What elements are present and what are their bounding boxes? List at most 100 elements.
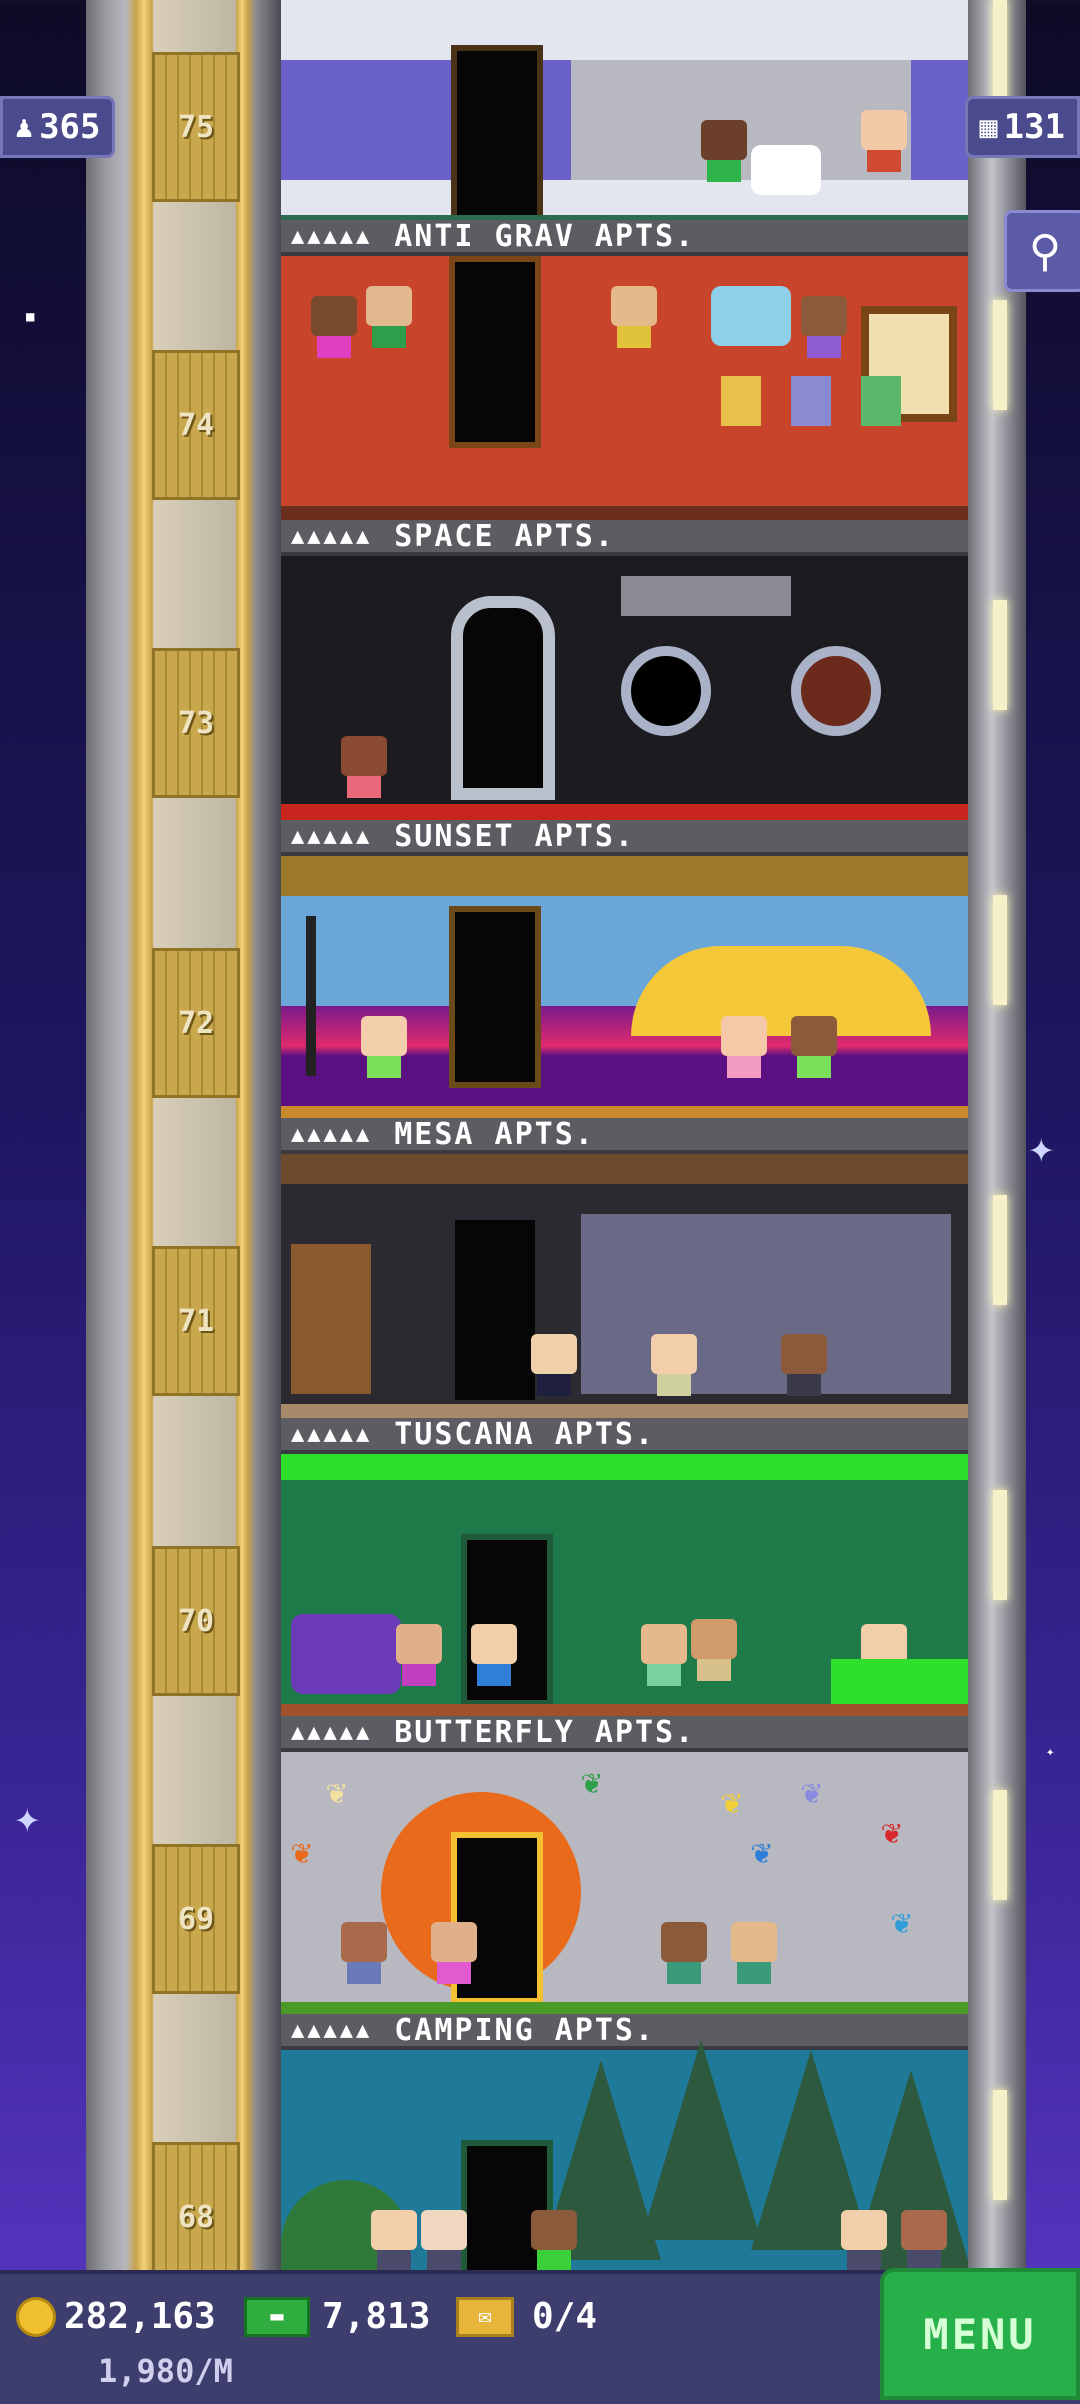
floor-name: MESA APTS. — [394, 1118, 595, 1152]
door[interactable] — [449, 256, 541, 448]
resident[interactable] — [341, 1922, 387, 1984]
floor-number: 68 — [177, 2199, 215, 2235]
resident[interactable] — [901, 2210, 947, 2270]
wall-lamp — [993, 2090, 1007, 2200]
building-icon: ▦ — [979, 109, 998, 145]
floor-name: CAMPING APTS. — [394, 2014, 656, 2048]
floor-sign: ▲▲▲▲▲ BUTTERFLY APTS. — [281, 1716, 968, 1752]
room — [281, 1154, 968, 1418]
wall-lamp — [993, 600, 1007, 710]
resident[interactable] — [641, 1624, 687, 1686]
person-icon: ♟ — [15, 109, 34, 145]
search-button[interactable]: ⚲ — [1004, 210, 1080, 292]
menu-button[interactable]: MENU — [880, 2268, 1080, 2400]
floor-74[interactable]: ▲▲▲▲▲ ANTI GRAV APTS. — [281, 220, 968, 520]
resident[interactable] — [361, 1016, 407, 1078]
resident[interactable] — [421, 2210, 467, 2270]
magnifier-icon: ⚲ — [1028, 225, 1062, 277]
occupancy-dots: ▲▲▲▲▲ — [291, 2017, 373, 2043]
floor-69[interactable]: ▲▲▲▲▲ BUTTERFLY APTS. ❦ ❦ ❦ ❦ ❦ ❦ ❦ ❦ — [281, 1716, 968, 2016]
ticket-icon: ✉ — [456, 2296, 514, 2337]
room: ❦ ❦ ❦ ❦ ❦ ❦ ❦ ❦ — [281, 1752, 968, 2016]
floor-68[interactable]: ▲▲▲▲▲ CAMPING APTS. — [281, 2014, 968, 2270]
wall-lamp — [993, 0, 1007, 110]
butterfly-icon: ❦ — [881, 1812, 902, 1852]
resident[interactable] — [781, 1334, 827, 1396]
floor-sign: ▲▲▲▲▲ MESA APTS. — [281, 1118, 968, 1154]
resident[interactable] — [731, 1922, 777, 1984]
resident[interactable] — [691, 1619, 737, 1681]
resident[interactable] — [861, 110, 907, 172]
floor-70[interactable]: ▲▲▲▲▲ TUSCANA APTS. — [281, 1418, 968, 1718]
resident[interactable] — [611, 286, 657, 348]
resident[interactable] — [531, 1334, 577, 1396]
butterfly-icon: ❦ — [326, 1772, 347, 1812]
pine-tree — [641, 2040, 761, 2240]
room — [281, 2040, 968, 2270]
coins-counter[interactable]: 282,163 — [16, 2296, 216, 2337]
star: ■ — [26, 309, 35, 325]
elevator-floor-70[interactable]: 70 — [152, 1546, 240, 1696]
picture-frame — [721, 376, 761, 426]
occupancy-dots: ▲▲▲▲▲ — [291, 1719, 373, 1745]
resident[interactable] — [341, 736, 387, 798]
door[interactable] — [449, 1214, 541, 1406]
elevator-floor-72[interactable]: 72 — [152, 948, 240, 1098]
wall-lamp — [993, 1790, 1007, 1900]
porthole-window — [621, 646, 711, 736]
floor-75[interactable] — [281, 0, 968, 220]
control-panel — [621, 576, 791, 616]
floors-counter[interactable]: ▦ 131 — [964, 96, 1080, 158]
resident[interactable] — [311, 296, 357, 358]
resident[interactable] — [366, 286, 412, 348]
floor-71[interactable]: ▲▲▲▲▲ MESA APTS. — [281, 1118, 968, 1418]
elevator-floor-73[interactable]: 73 — [152, 648, 240, 798]
butterfly-icon: ❦ — [721, 1782, 742, 1822]
resident[interactable] — [471, 1624, 517, 1686]
bux-counter[interactable]: ▬ 7,813 — [244, 2296, 430, 2337]
population-value: 365 — [39, 107, 101, 147]
resident[interactable] — [841, 2210, 887, 2270]
resident[interactable] — [651, 1334, 697, 1396]
resident[interactable] — [396, 1624, 442, 1686]
elevator-floor-74[interactable]: 74 — [152, 350, 240, 500]
elevator-floor-71[interactable]: 71 — [152, 1246, 240, 1396]
resident[interactable] — [701, 120, 747, 182]
floor-sign: ▲▲▲▲▲ SPACE APTS. — [281, 520, 968, 556]
floor-number: 72 — [177, 1005, 215, 1041]
tickets-counter[interactable]: ✉ 0/4 — [456, 2296, 597, 2337]
floor-name: BUTTERFLY APTS. — [394, 1716, 696, 1750]
resident[interactable] — [721, 1016, 767, 1078]
resident[interactable] — [801, 296, 847, 358]
ceiling-beam — [281, 1154, 968, 1184]
resident[interactable] — [531, 2210, 577, 2270]
butterfly-icon: ❦ — [581, 1762, 602, 1802]
door[interactable] — [451, 45, 543, 220]
resident[interactable] — [431, 1922, 477, 1984]
floor-strip — [281, 1404, 968, 1418]
floor-sign: ▲▲▲▲▲ SUNSET APTS. — [281, 820, 968, 856]
coins-value: 282,163 — [64, 2296, 216, 2337]
floating-chair[interactable] — [711, 286, 791, 346]
porthole-window — [791, 646, 881, 736]
resident[interactable] — [791, 1016, 837, 1078]
bookshelf — [291, 1244, 371, 1394]
floor-number: 75 — [177, 109, 215, 145]
butterfly-icon: ❦ — [751, 1832, 772, 1872]
resident[interactable] — [371, 2210, 417, 2270]
elevator-floor-75[interactable]: 75 — [152, 52, 240, 202]
population-counter[interactable]: ♟ 365 — [0, 96, 116, 158]
door[interactable] — [449, 906, 541, 1088]
elevator-floor-69[interactable]: 69 — [152, 1844, 240, 1994]
floor-72[interactable]: ▲▲▲▲▲ SUNSET APTS. — [281, 820, 968, 1120]
street-lamp — [306, 916, 316, 1076]
floor-name: TUSCANA APTS. — [394, 1418, 656, 1452]
floor-name: SUNSET APTS. — [394, 820, 635, 854]
door[interactable] — [451, 596, 555, 800]
floor-number: 71 — [177, 1303, 215, 1339]
resident[interactable] — [661, 1922, 707, 1984]
polar-bear[interactable] — [751, 145, 821, 195]
sunset-sun — [631, 946, 931, 1036]
window-wall — [581, 1214, 951, 1394]
floor-73[interactable]: ▲▲▲▲▲ SPACE APTS. — [281, 520, 968, 820]
